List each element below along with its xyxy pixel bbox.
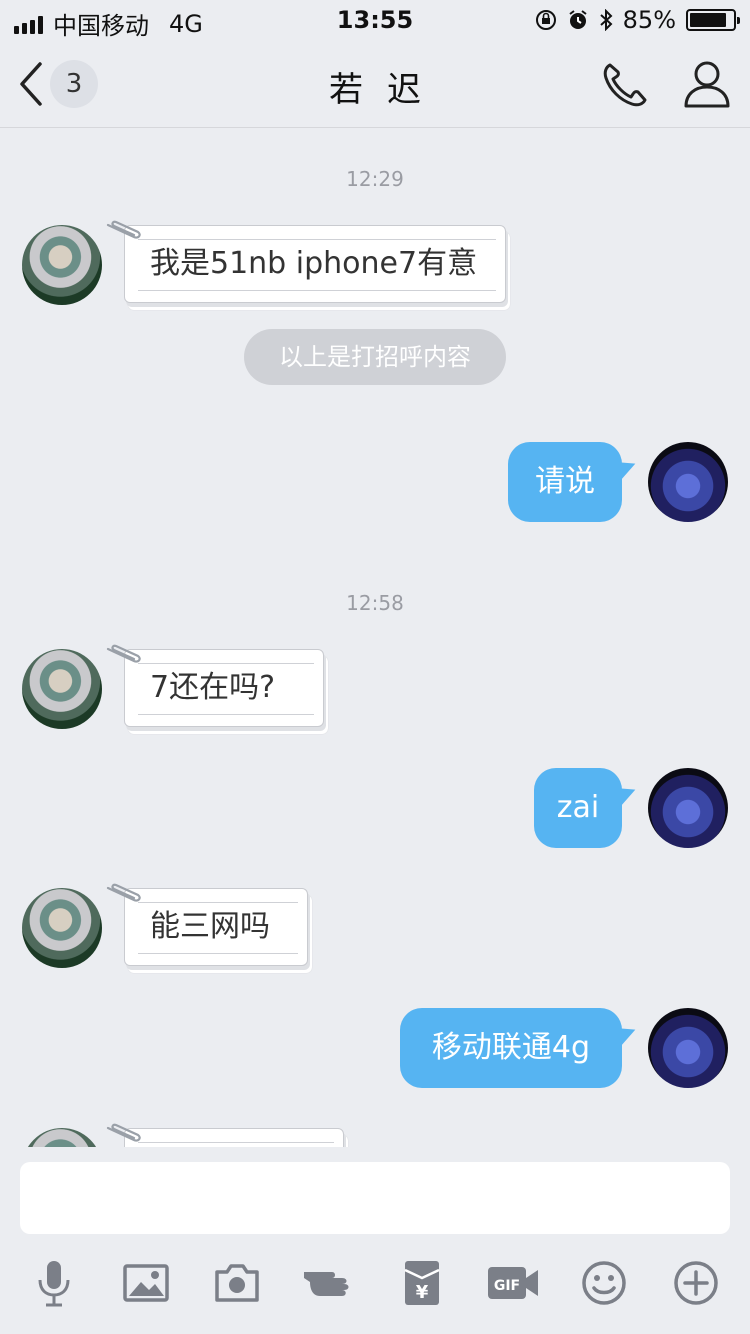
- message-input[interactable]: [20, 1162, 730, 1234]
- rotation-lock-icon: [535, 10, 556, 30]
- input-toolbar: ¥ GIF: [0, 1250, 750, 1320]
- plus-icon[interactable]: [672, 1258, 720, 1308]
- message-text: 能三网吗: [150, 909, 270, 944]
- message-text: 7还在吗?: [150, 670, 276, 705]
- incoming-message[interactable]: [106, 1123, 344, 1147]
- microphone-icon[interactable]: [30, 1258, 78, 1308]
- outgoing-message[interactable]: 移动联通4g: [400, 1008, 622, 1088]
- image-icon[interactable]: [122, 1258, 170, 1308]
- avatar[interactable]: [22, 225, 102, 305]
- incoming-message[interactable]: 能三网吗: [106, 883, 308, 966]
- paperclip-icon: [106, 883, 141, 902]
- paperclip-icon: [106, 220, 141, 239]
- battery-percent: 85%: [622, 6, 676, 34]
- emoji-icon[interactable]: [580, 1258, 628, 1308]
- avatar[interactable]: [648, 442, 728, 522]
- avatar[interactable]: [22, 888, 102, 968]
- status-bar: 中国移动 4G 13:55 85%: [0, 0, 750, 40]
- nav-bar: 3 若迟: [0, 40, 750, 128]
- outgoing-message[interactable]: 请说: [508, 442, 622, 522]
- gif-icon[interactable]: GIF: [486, 1258, 542, 1308]
- paperclip-icon: [106, 1123, 141, 1142]
- red-envelope-icon[interactable]: ¥: [398, 1258, 446, 1308]
- avatar[interactable]: [648, 1008, 728, 1088]
- timestamp: 12:58: [346, 591, 404, 615]
- system-notice: 以上是打招呼内容: [244, 329, 506, 385]
- alarm-icon: [569, 10, 587, 29]
- avatar[interactable]: [22, 649, 102, 729]
- phone-icon[interactable]: [600, 60, 650, 110]
- battery-icon: [686, 9, 740, 31]
- outgoing-message[interactable]: zai: [534, 768, 622, 848]
- person-icon[interactable]: [682, 58, 732, 110]
- avatar[interactable]: [22, 1128, 102, 1147]
- incoming-message[interactable]: 我是51nb iphone7有意: [106, 220, 506, 303]
- incoming-message[interactable]: 7还在吗?: [106, 644, 324, 727]
- message-text: 我是51nb iphone7有意: [150, 246, 478, 281]
- bluetooth-icon: [599, 9, 613, 31]
- poke-hand-icon[interactable]: [302, 1258, 358, 1308]
- avatar[interactable]: [648, 768, 728, 848]
- camera-icon[interactable]: [213, 1258, 261, 1308]
- svg-text:GIF: GIF: [494, 1278, 520, 1294]
- chat-area[interactable]: 12:29 我是51nb iphone7有意 以上是打招呼内容 请说 12:58…: [0, 129, 750, 1147]
- svg-text:¥: ¥: [416, 1282, 429, 1303]
- timestamp: 12:29: [346, 167, 404, 191]
- paperclip-icon: [106, 644, 141, 663]
